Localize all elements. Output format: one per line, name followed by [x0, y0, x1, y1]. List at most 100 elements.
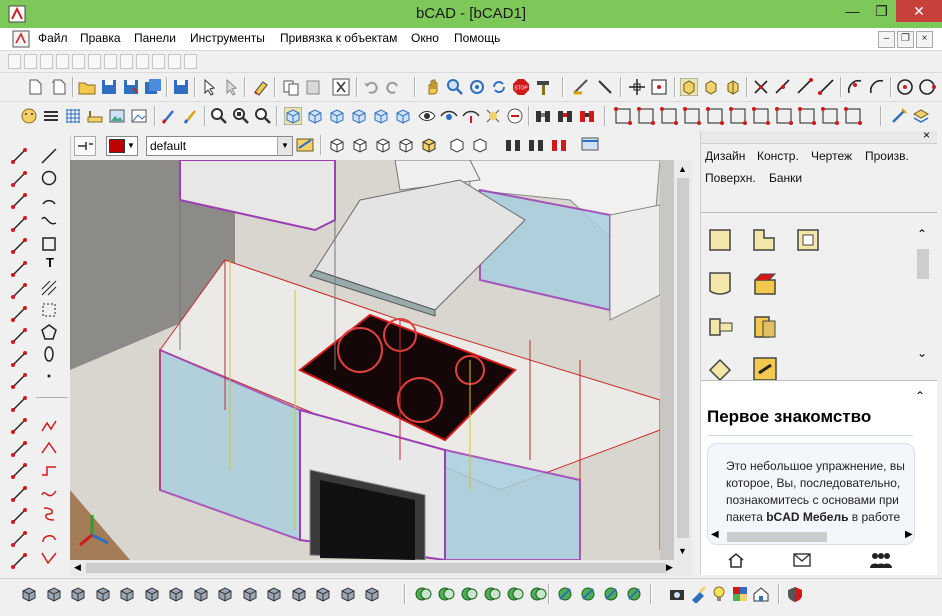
fixing-icon[interactable] [707, 355, 735, 380]
arc-tool-icon[interactable] [10, 215, 28, 233]
paint-icon[interactable] [182, 107, 200, 125]
point-tool-icon[interactable] [40, 367, 58, 385]
cylinder-tool-icon[interactable] [10, 552, 28, 570]
tool-bundle-icon[interactable] [751, 355, 779, 380]
users-icon[interactable] [869, 551, 893, 569]
panel-close-button[interactable]: × [923, 128, 930, 142]
chevron-right-icon[interactable]: ▶ [905, 529, 913, 540]
menu-window[interactable]: Окно [411, 31, 439, 45]
new-template-icon[interactable] [50, 78, 68, 96]
hammer-icon[interactable] [534, 78, 552, 96]
render-cube-icon[interactable] [397, 136, 415, 154]
tab-construction[interactable]: Констр. [757, 149, 799, 163]
snap-quadrant-icon[interactable] [918, 78, 936, 96]
picture-icon[interactable] [130, 107, 148, 125]
text-tool-button[interactable]: T [46, 255, 54, 270]
group-icon[interactable] [504, 136, 522, 154]
view-top-icon[interactable] [284, 107, 302, 125]
open-folder-icon[interactable] [78, 78, 96, 96]
dim-base-icon[interactable] [775, 107, 793, 125]
image-icon[interactable] [108, 107, 126, 125]
binoculars-plus-icon[interactable] [556, 107, 574, 125]
torus-solid-icon[interactable] [118, 585, 136, 603]
print-icon[interactable] [172, 78, 190, 96]
offset-icon[interactable] [10, 282, 28, 300]
explode-icon[interactable] [550, 136, 568, 154]
brush-icon[interactable] [160, 107, 178, 125]
menu-panels[interactable]: Панели [134, 31, 176, 45]
spiral-red-icon[interactable] [40, 527, 58, 545]
curved-panel-icon[interactable] [707, 270, 735, 298]
dim-arc-icon[interactable] [798, 107, 816, 125]
cube-section-icon[interactable] [471, 136, 489, 154]
scroll-thumb[interactable] [677, 178, 689, 538]
look-icon[interactable] [462, 107, 480, 125]
cube-outline-icon[interactable] [448, 136, 466, 154]
wire-cube-icon[interactable] [328, 136, 346, 154]
mail-icon[interactable] [793, 553, 811, 567]
hinge-icon[interactable] [751, 313, 779, 341]
color-cube-icon[interactable] [420, 136, 438, 154]
save-as-icon[interactable] [122, 78, 140, 96]
box-yellow-icon[interactable] [680, 78, 698, 96]
anvil-solid-icon[interactable] [363, 585, 381, 603]
circle-tool-icon[interactable] [40, 169, 58, 187]
dim-leader-icon[interactable] [821, 107, 839, 125]
snap-cross-icon[interactable] [752, 78, 770, 96]
measure-icon[interactable] [572, 78, 590, 96]
sphere-solid-icon[interactable] [94, 585, 112, 603]
dim-diameter-icon[interactable] [706, 107, 724, 125]
document-icon[interactable] [12, 30, 30, 48]
ellipse-tool-icon[interactable] [40, 345, 58, 363]
handle-icon[interactable] [707, 313, 735, 341]
menu-snap[interactable]: Привязка к объектам [280, 31, 397, 45]
binoculars-icon[interactable] [534, 107, 552, 125]
bulb-icon[interactable] [710, 585, 728, 603]
scale-tool-icon[interactable] [10, 372, 28, 390]
ring-solid-icon[interactable] [143, 585, 161, 603]
ungroup-icon[interactable] [527, 136, 545, 154]
orbit-icon[interactable] [468, 78, 486, 96]
kitchen-3d-model[interactable] [70, 160, 692, 560]
paste-icon[interactable] [304, 78, 322, 96]
union-icon[interactable] [414, 585, 432, 603]
bulb-sphere-icon[interactable] [529, 585, 547, 603]
shield-render-icon[interactable] [786, 585, 804, 603]
view-back-icon[interactable] [372, 107, 390, 125]
dim-angle-icon[interactable] [660, 107, 678, 125]
extrude-solid-icon[interactable] [216, 585, 234, 603]
hscroll-thumb[interactable] [86, 563, 666, 573]
erase-icon[interactable] [252, 78, 270, 96]
dim-ordinate-icon[interactable] [729, 107, 747, 125]
stop-icon[interactable]: STOP [512, 78, 530, 96]
scene-house-icon[interactable] [752, 585, 770, 603]
line-tool-icon[interactable] [40, 147, 58, 165]
layer-manager-icon[interactable] [296, 136, 314, 154]
zoom-icon[interactable] [446, 78, 464, 96]
trim-icon[interactable] [10, 305, 28, 323]
spline-icon[interactable] [10, 237, 28, 255]
close-button[interactable]: ✕ [896, 0, 942, 22]
help-hscroll-thumb[interactable] [727, 532, 827, 542]
snap-mid-icon[interactable] [818, 78, 836, 96]
mdi-close-button[interactable]: × [916, 31, 933, 48]
subtract-icon[interactable] [437, 585, 455, 603]
dim-radius-icon[interactable] [683, 107, 701, 125]
peak-red-icon[interactable] [40, 439, 58, 457]
rotate-tool-icon[interactable] [10, 350, 28, 368]
menu-tools[interactable]: Инструменты [190, 31, 265, 45]
extend-icon[interactable] [10, 327, 28, 345]
loft-solid-icon[interactable] [290, 585, 308, 603]
mirror-solid-icon[interactable] [625, 585, 643, 603]
node-icon[interactable] [10, 192, 28, 210]
stack-c-icon[interactable] [10, 507, 28, 525]
cylinder-solid-icon[interactable] [45, 585, 63, 603]
save-all-icon[interactable] [144, 78, 162, 96]
render-icon[interactable] [506, 107, 524, 125]
select-arrow-icon[interactable] [200, 78, 218, 96]
hidden-cube-icon[interactable] [374, 136, 392, 154]
dim-linear-icon[interactable] [614, 107, 632, 125]
dim-chain-icon[interactable] [752, 107, 770, 125]
polyline-icon[interactable] [10, 170, 28, 188]
construction-line-icon[interactable] [10, 260, 28, 278]
